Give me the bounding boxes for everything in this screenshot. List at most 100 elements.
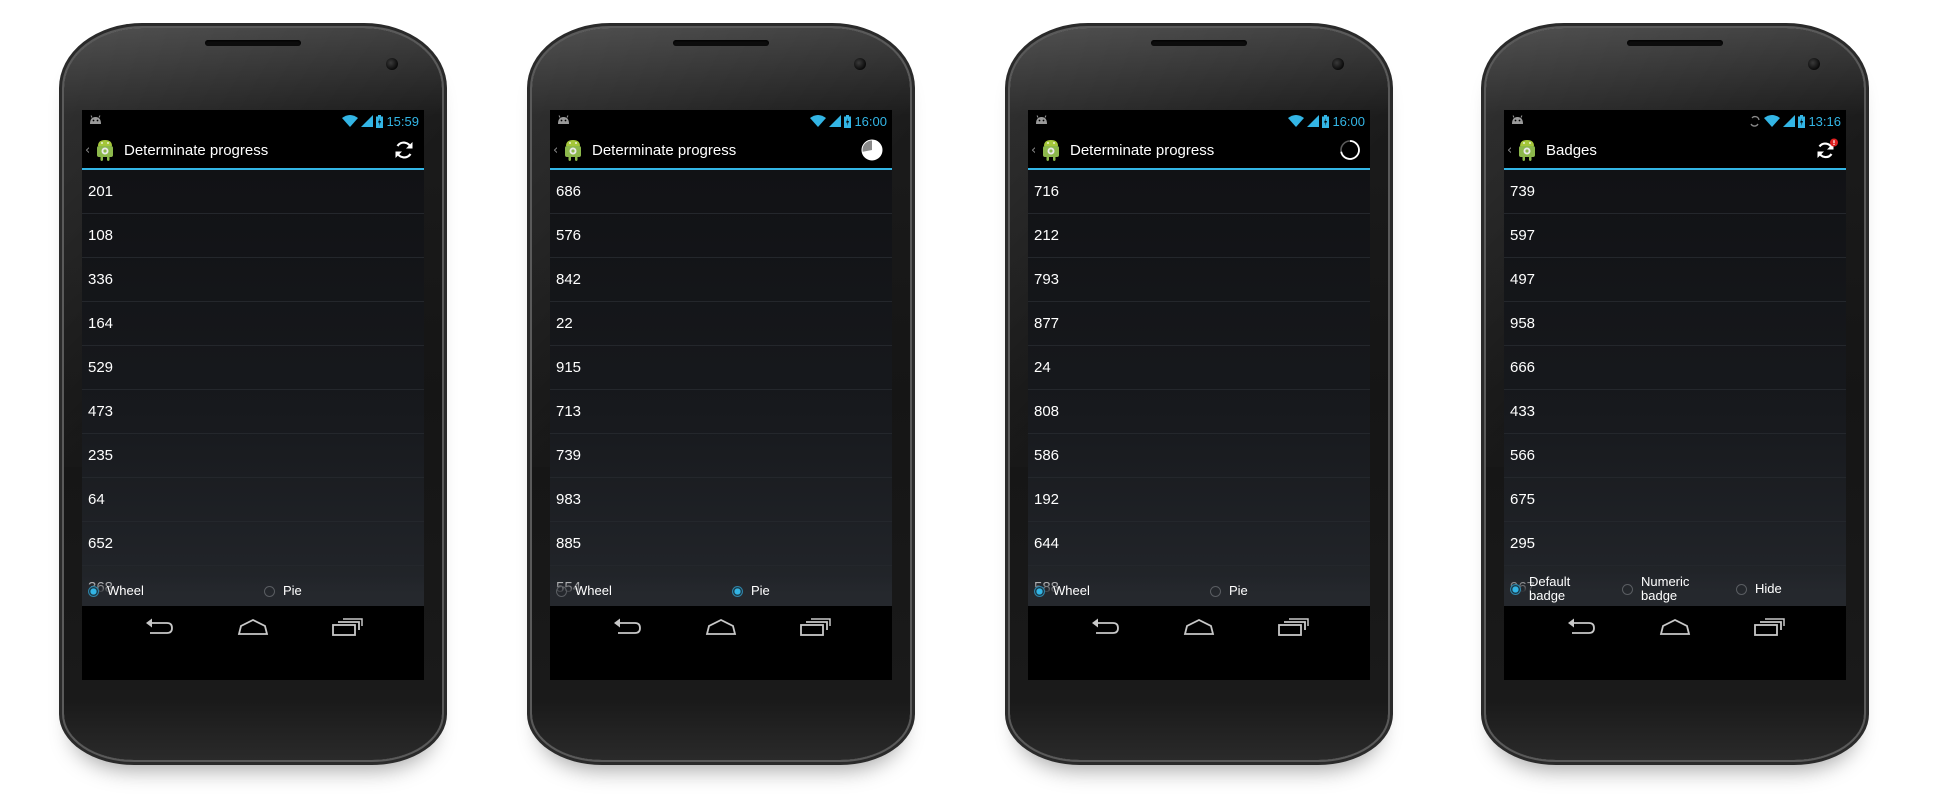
radio-button-unchecked[interactable] (556, 585, 567, 597)
android-notification-icon (1035, 114, 1048, 128)
list-item[interactable]: 433 (1504, 390, 1846, 434)
list-item[interactable]: 739 (550, 434, 892, 478)
list-item[interactable]: 529 (82, 346, 424, 390)
list-item[interactable]: 576 (550, 214, 892, 258)
list-item[interactable]: 336 (82, 258, 424, 302)
home-icon[interactable] (1657, 615, 1693, 639)
list-item[interactable]: 808 (1028, 390, 1370, 434)
back-icon[interactable] (1563, 615, 1599, 639)
android-app-icon[interactable] (94, 138, 116, 162)
phone-screen: 16:00 ‹ Determinate progress 686 576 842… (550, 110, 892, 680)
recent-apps-icon[interactable] (797, 615, 833, 639)
back-icon[interactable] (1087, 615, 1123, 639)
recent-apps-icon[interactable] (329, 615, 365, 639)
radio-button-checked[interactable] (1034, 585, 1045, 597)
pie-progress-icon[interactable] (860, 138, 884, 162)
status-time: 16:00 (854, 113, 887, 129)
refresh-badge-icon[interactable] (1814, 138, 1838, 162)
list-item[interactable]: 201 (82, 170, 424, 214)
back-icon[interactable] (141, 615, 177, 639)
list-item[interactable]: 192 (1028, 478, 1370, 522)
list-item[interactable]: 586 (1028, 434, 1370, 478)
radio-numeric-badge[interactable]: Numeric badge (1622, 575, 1736, 603)
list-item[interactable]: 716 (1028, 170, 1370, 214)
radio-wheel[interactable]: Wheel (88, 584, 264, 598)
radio-button-checked[interactable] (88, 585, 99, 597)
list-item[interactable]: 713 (550, 390, 892, 434)
radio-label-line: Numeric (1641, 574, 1690, 589)
home-icon[interactable] (703, 615, 739, 639)
progress-style-radio-group: Wheel Pie (1028, 576, 1370, 606)
screenshots-stage: 15:59 ‹ Determinate progress 201 108 336… (0, 0, 1937, 800)
navigation-bar (550, 606, 892, 648)
up-caret-icon[interactable]: ‹ (1507, 143, 1513, 158)
list-item[interactable]: 164 (82, 302, 424, 346)
radio-button-unchecked[interactable] (1622, 583, 1633, 595)
list-item[interactable]: 686 (550, 170, 892, 214)
up-caret-icon[interactable]: ‹ (1031, 143, 1037, 158)
radio-label-line: badge (1641, 588, 1678, 603)
radio-button-checked[interactable] (732, 585, 743, 597)
radio-default-badge[interactable]: Default badge (1510, 575, 1622, 603)
list-item[interactable]: 473 (82, 390, 424, 434)
radio-wheel[interactable]: Wheel (556, 584, 732, 598)
radio-pie[interactable]: Pie (264, 584, 302, 598)
phone-2: 16:00 ‹ Determinate progress 686 576 842… (532, 28, 910, 760)
list-item[interactable]: 885 (550, 522, 892, 566)
android-app-icon[interactable] (562, 138, 584, 162)
list-item[interactable]: 295 (1504, 522, 1846, 566)
sync-icon (1750, 115, 1761, 127)
radio-button-checked[interactable] (1510, 583, 1521, 595)
list-item[interactable]: 877 (1028, 302, 1370, 346)
radio-label-line: Default (1529, 574, 1571, 589)
radio-wheel[interactable]: Wheel (1034, 584, 1210, 598)
radio-button-unchecked[interactable] (1736, 583, 1747, 595)
list-item[interactable]: 597 (1504, 214, 1846, 258)
radio-label: Pie (283, 583, 302, 598)
list-item[interactable]: 64 (82, 478, 424, 522)
radio-button-unchecked[interactable] (1210, 585, 1221, 597)
recent-apps-icon[interactable] (1275, 615, 1311, 639)
list-item[interactable]: 566 (1504, 434, 1846, 478)
list-item[interactable]: 497 (1504, 258, 1846, 302)
list-item[interactable]: 739 (1504, 170, 1846, 214)
home-icon[interactable] (1181, 615, 1217, 639)
list-item[interactable]: 793 (1028, 258, 1370, 302)
list-item[interactable]: 22 (550, 302, 892, 346)
refresh-icon[interactable] (392, 138, 416, 162)
earpiece-speaker (673, 40, 769, 46)
number-list[interactable]: 739 597 497 958 666 433 566 675 295 967 … (1504, 170, 1846, 606)
number-list[interactable]: 716 212 793 877 24 808 586 192 644 588 W… (1028, 170, 1370, 606)
list-item[interactable]: 666 (1504, 346, 1846, 390)
radio-label: Hide (1755, 581, 1782, 596)
radio-button-unchecked[interactable] (264, 585, 275, 597)
list-item[interactable]: 915 (550, 346, 892, 390)
radio-pie[interactable]: Pie (1210, 584, 1248, 598)
up-caret-icon[interactable]: ‹ (85, 143, 91, 158)
list-item[interactable]: 108 (82, 214, 424, 258)
radio-pie[interactable]: Pie (732, 584, 770, 598)
up-caret-icon[interactable]: ‹ (553, 143, 559, 158)
list-item[interactable]: 842 (550, 258, 892, 302)
list-item[interactable]: 958 (1504, 302, 1846, 346)
list-item[interactable]: 675 (1504, 478, 1846, 522)
signal-icon (829, 115, 842, 127)
action-bar: ‹ Determinate progress (1028, 132, 1370, 170)
recent-apps-icon[interactable] (1751, 615, 1787, 639)
number-list[interactable]: 686 576 842 22 915 713 739 983 885 554 W… (550, 170, 892, 606)
android-app-icon[interactable] (1516, 138, 1538, 162)
list-item[interactable]: 212 (1028, 214, 1370, 258)
wheel-progress-icon[interactable] (1338, 138, 1362, 162)
android-app-icon[interactable] (1040, 138, 1062, 162)
list-item[interactable]: 983 (550, 478, 892, 522)
list-item[interactable]: 652 (82, 522, 424, 566)
list-item[interactable]: 235 (82, 434, 424, 478)
back-icon[interactable] (609, 615, 645, 639)
status-time: 15:59 (386, 113, 419, 129)
phone-screen: 13:16 ‹ Badges 739 597 497 958 666 433 5… (1504, 110, 1846, 680)
list-item[interactable]: 24 (1028, 346, 1370, 390)
number-list[interactable]: 201 108 336 164 529 473 235 64 652 368 W… (82, 170, 424, 606)
radio-hide[interactable]: Hide (1736, 582, 1782, 596)
list-item[interactable]: 644 (1028, 522, 1370, 566)
home-icon[interactable] (235, 615, 271, 639)
